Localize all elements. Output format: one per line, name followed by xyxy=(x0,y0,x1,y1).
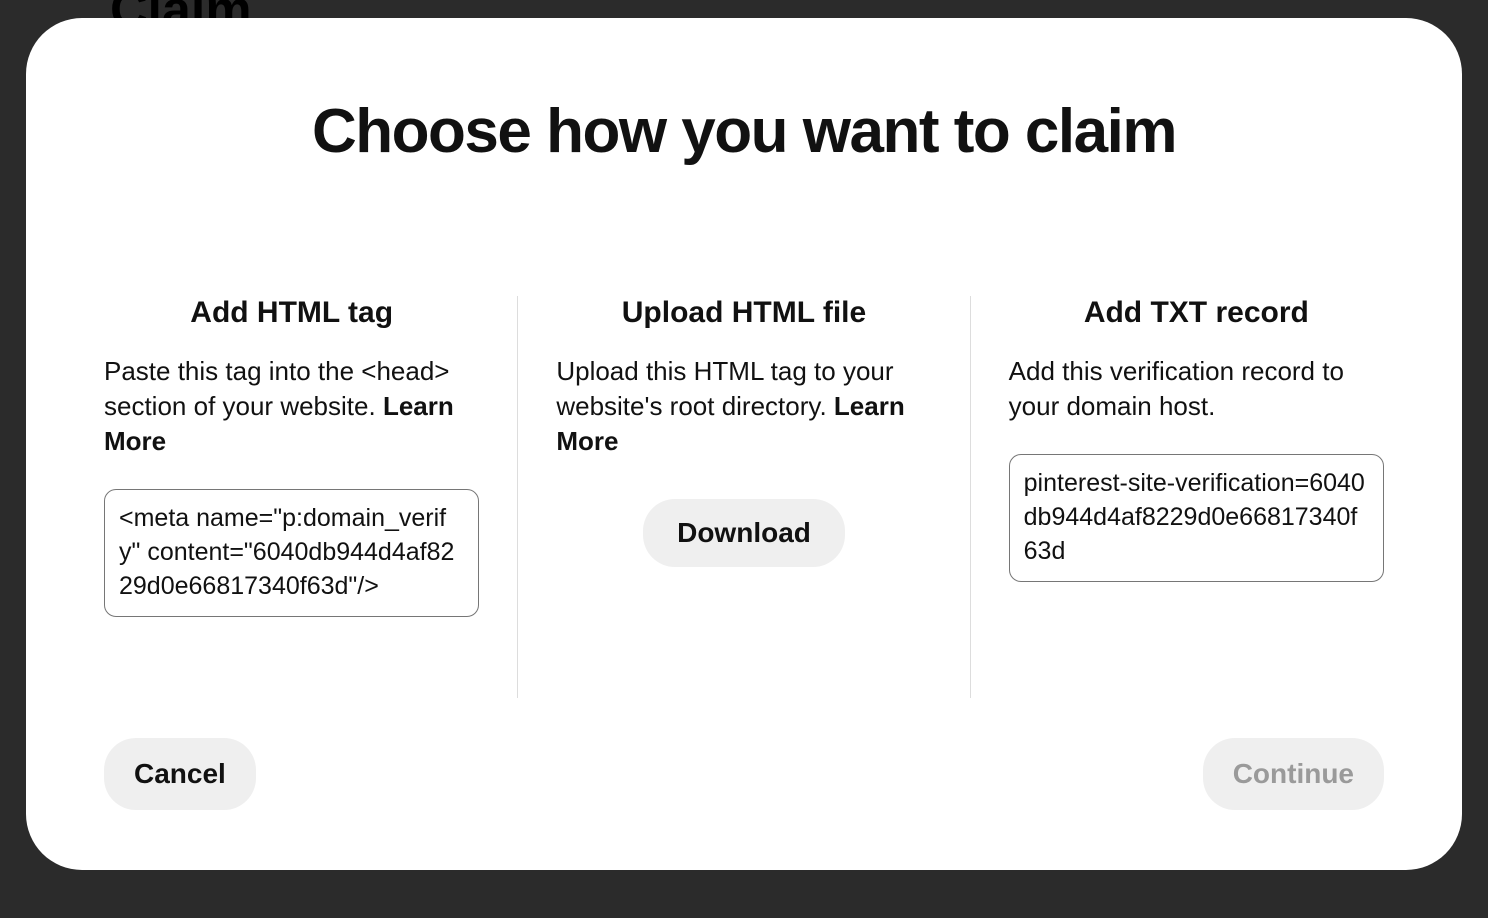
html-tag-code-box[interactable]: <meta name="p:domain_verify" content="60… xyxy=(104,489,479,616)
option-txt-record-desc-text: Add this verification record to your dom… xyxy=(1009,356,1344,421)
download-button[interactable]: Download xyxy=(643,499,845,567)
download-wrap: Download xyxy=(556,499,931,567)
cancel-button[interactable]: Cancel xyxy=(104,738,256,810)
option-html-file-description: Upload this HTML tag to your website's r… xyxy=(556,354,931,459)
options-container: Add HTML tag Paste this tag into the <he… xyxy=(104,296,1384,698)
continue-button[interactable]: Continue xyxy=(1203,738,1384,810)
option-html-tag-description: Paste this tag into the <head> section o… xyxy=(104,354,479,459)
option-txt-record-description: Add this verification record to your dom… xyxy=(1009,354,1384,424)
option-html-file-title: Upload HTML file xyxy=(556,296,931,330)
modal-title: Choose how you want to claim xyxy=(104,98,1384,166)
option-html-tag[interactable]: Add HTML tag Paste this tag into the <he… xyxy=(104,296,517,698)
modal-footer: Cancel Continue xyxy=(104,698,1384,810)
option-html-tag-title: Add HTML tag xyxy=(104,296,479,330)
txt-record-code-box[interactable]: pinterest-site-verification=6040db944d4a… xyxy=(1009,454,1384,581)
claim-modal: Choose how you want to claim Add HTML ta… xyxy=(26,18,1462,870)
option-html-file[interactable]: Upload HTML file Upload this HTML tag to… xyxy=(517,296,969,698)
option-txt-record-title: Add TXT record xyxy=(1009,296,1384,330)
option-txt-record[interactable]: Add TXT record Add this verification rec… xyxy=(970,296,1384,698)
